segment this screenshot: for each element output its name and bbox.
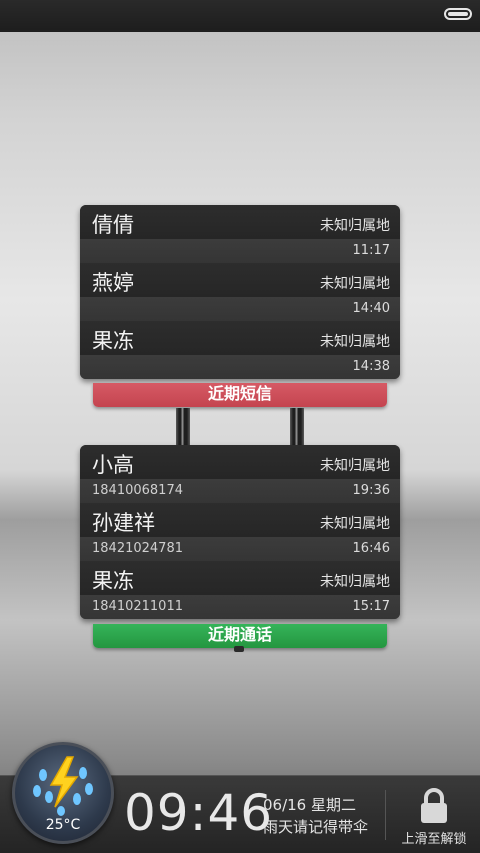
call-time: 16:46	[352, 541, 390, 556]
call-location: 未知归属地	[320, 516, 390, 532]
call-location: 未知归属地	[320, 574, 390, 590]
recent-sms-tab[interactable]: 近期短信	[93, 383, 387, 407]
hanging-wire	[290, 408, 304, 446]
battery-icon	[444, 8, 472, 20]
lock-icon[interactable]	[419, 788, 449, 824]
call-location: 未知归属地	[320, 458, 390, 474]
hanging-wire	[176, 408, 190, 446]
weather-widget[interactable]: 25°C	[12, 742, 114, 844]
sms-item[interactable]: 倩倩 未知归属地 11:17	[80, 205, 400, 263]
date-text: 06/16 星期二	[263, 796, 356, 814]
call-contact-name: 果冻	[92, 569, 134, 593]
sms-contact-name: 倩倩	[92, 213, 134, 237]
call-contact-name: 孙建祥	[92, 511, 155, 535]
call-number: 18410211011	[92, 599, 183, 614]
sms-item[interactable]: 燕婷 未知归属地 14:40	[80, 263, 400, 321]
call-contact-name: 小高	[92, 453, 134, 477]
recent-sms-card: 倩倩 未知归属地 11:17 燕婷 未知归属地 14:40 果冻 未知归属地 1…	[80, 205, 400, 379]
sms-time: 14:40	[352, 301, 390, 316]
clock-time: 09:46	[124, 784, 274, 842]
call-number: 18421024781	[92, 541, 183, 556]
status-bar	[0, 0, 480, 32]
sms-contact-name: 果冻	[92, 329, 134, 353]
call-item[interactable]: 孙建祥 未知归属地 18421024781 16:46	[80, 503, 400, 561]
sms-location: 未知归属地	[320, 218, 390, 234]
call-item[interactable]: 果冻 未知归属地 18410211011 15:17	[80, 561, 400, 619]
call-number: 18410068174	[92, 483, 183, 498]
sms-time: 14:38	[352, 359, 390, 374]
dock-divider	[385, 790, 386, 840]
weather-tip: 雨天请记得带伞	[263, 818, 369, 836]
temperature: 25°C	[45, 817, 81, 833]
call-time: 19:36	[352, 483, 390, 498]
thunderstorm-rain-icon	[33, 756, 93, 816]
recent-calls-card: 小高 未知归属地 18410068174 19:36 孙建祥 未知归属地 184…	[80, 445, 400, 619]
unlock-hint[interactable]: 上滑至解锁	[396, 828, 472, 847]
sms-contact-name: 燕婷	[92, 271, 134, 295]
call-time: 15:17	[352, 599, 390, 614]
sms-location: 未知归属地	[320, 334, 390, 350]
recent-calls-tab[interactable]: 近期通话	[93, 624, 387, 648]
sms-time: 11:17	[352, 243, 390, 258]
sms-item[interactable]: 果冻 未知归属地 14:38	[80, 321, 400, 379]
call-item[interactable]: 小高 未知归属地 18410068174 19:36	[80, 445, 400, 503]
hanging-peg	[234, 646, 244, 652]
sms-location: 未知归属地	[320, 276, 390, 292]
